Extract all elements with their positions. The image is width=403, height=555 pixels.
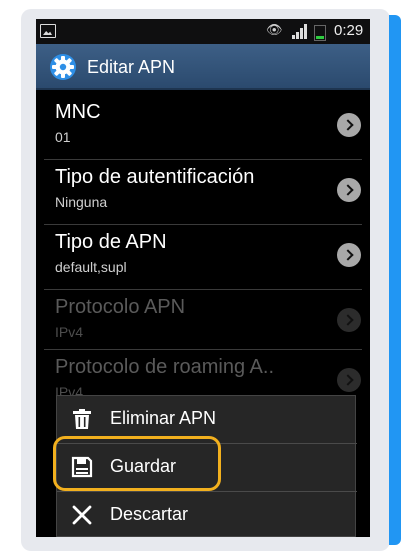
setting-title: MNC	[55, 101, 101, 123]
gallery-notification-icon	[40, 24, 56, 38]
menu-item-label: Descartar	[110, 504, 189, 524]
setting-apn-type[interactable]: Tipo de APN default,supl	[36, 225, 370, 287]
trash-icon	[73, 409, 91, 429]
status-time: 0:29	[334, 22, 364, 39]
signal-strength-icon	[292, 24, 308, 39]
chevron-right-icon	[337, 368, 361, 392]
chevron-right-icon	[337, 178, 361, 202]
setting-title: Tipo de APN	[55, 231, 167, 253]
accent-strip	[389, 15, 401, 545]
setting-value: IPv4	[55, 324, 84, 340]
battery-icon	[314, 25, 326, 41]
menu-item-label: Eliminar APN	[110, 408, 217, 428]
close-icon	[72, 505, 92, 525]
setting-title: Tipo de autentificación	[55, 166, 255, 188]
chevron-right-icon	[337, 308, 361, 332]
setting-value: default,supl	[55, 259, 127, 275]
smart-stay-eye-icon: 👁	[266, 22, 283, 37]
menu-item-discard[interactable]: Descartar	[57, 492, 357, 537]
setting-value: Ninguna	[55, 194, 108, 210]
chevron-right-icon	[337, 243, 361, 267]
setting-apn-protocol: Protocolo APN IPv4	[36, 290, 370, 352]
settings-gear-icon[interactable]	[48, 52, 78, 82]
setting-mnc[interactable]: MNC 01	[36, 95, 370, 157]
status-bar: 👁 0:29	[36, 19, 370, 44]
page-title: Editar APN	[87, 57, 176, 77]
setting-title: Protocolo de roaming A..	[55, 356, 275, 378]
chevron-right-icon	[337, 113, 361, 137]
setting-title: Protocolo APN	[55, 296, 186, 318]
setting-value: 01	[55, 129, 71, 145]
setting-auth-type[interactable]: Tipo de autentificación Ninguna	[36, 160, 370, 222]
save-highlight-outline	[53, 436, 221, 491]
action-bar: Editar APN	[36, 44, 370, 90]
